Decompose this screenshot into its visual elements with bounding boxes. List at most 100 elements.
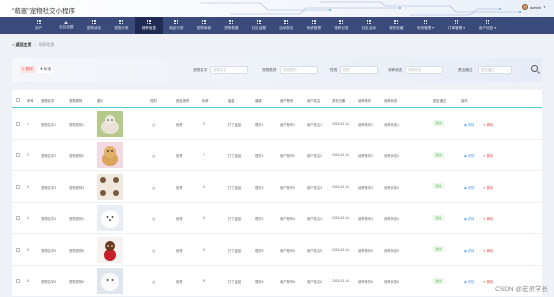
cell-publish-date: 2024-03-14 [332,121,349,126]
nav-item-6[interactable]: 宠物商城 [190,17,218,34]
nav-item-12[interactable]: 社区活动 [355,17,383,34]
breadcrumb: ⌂ 返回主页 / 领养信息 [12,40,542,49]
nav-item-0[interactable]: 用户 [25,17,53,34]
cell-publish-date: 2024-03-14 [332,153,349,157]
row-delete-button[interactable]: ✕ 删除 [483,248,493,253]
pet-thumbnail[interactable] [97,173,123,200]
cell-user-account: 用户账号6 [280,280,296,284]
nav-item-9[interactable]: 活动报名 [273,17,301,34]
detail-button[interactable]: ◉ 详情 [464,216,474,221]
cell-adopt-status: 领养状态2 [384,154,400,158]
nav-item-7[interactable]: 宠物救援 [218,17,246,34]
row-checkbox[interactable] [16,279,20,283]
detail-label: 详情 [467,248,475,253]
row-delete-button[interactable]: ✕ 删除 [483,185,493,190]
field-label-pet-category: 宠物类别 [262,68,277,72]
table-row: 6 宠物名字6 宠物类别6 公 绝育 8 打了疫苗 很好6 用户账号6 用户姓名6 2024-03-… [12,266,542,297]
cell-pet-category: 宠物类别2 [69,154,85,158]
cell-health: 很好1 [255,122,264,127]
header-user-account: 用户账号 [280,99,294,103]
grid-icon [174,20,179,25]
nav-item-16[interactable]: 用户信息 ▾ [472,17,503,34]
grid-icon [256,20,261,25]
delete-button[interactable]: ✕ 删除 [20,66,35,73]
header-vaccine: 疫苗 [228,99,235,103]
sex-input[interactable]: 性别 [340,65,378,74]
detail-button[interactable]: ◉ 详情 [464,279,474,284]
pet-thumbnail[interactable] [97,236,123,263]
cell-index: 4 [27,216,29,220]
nav-item-13[interactable]: 我的收藏 [383,17,411,34]
row-checkbox[interactable] [16,153,20,157]
cell-neuter: 绝育 [176,185,183,190]
row-delete-button[interactable]: ✕ 删除 [483,216,493,221]
nav-item-3[interactable]: 宠物分类 [108,17,136,34]
table-row: 4 宠物名字4 宠物类别4 公 绝育 6 打了疫苗 很好4 用户账号4 用户姓名4 2024-03-… [12,203,542,234]
nav-item-label: 宠物分类 [114,25,129,30]
cell-neuter: 绝育 [176,280,183,284]
nav-item-4[interactable]: 领养信息 [135,17,163,34]
row-delete-button[interactable]: ✕ 删除 [483,279,493,284]
cell-age: 5 [203,247,205,252]
pet-thumbnail[interactable] [97,142,123,168]
approved-input[interactable]: 是否通过 [478,65,512,74]
breadcrumb-home-link[interactable]: ⌂ 返回主页 [12,42,32,48]
pet-thumbnail[interactable] [97,110,123,137]
nav-item-label: 领养记录 [334,25,349,30]
nav-item-label: 用户信息 ▾ [478,25,497,30]
row-checkbox[interactable] [16,184,20,189]
row-delete-button[interactable]: ✕ 删除 [483,153,493,158]
user-menu[interactable]: admin ▼ [522,4,546,10]
table-row: 1 宠物名字1 宠物类别1 公 绝育 3 打了疫苗 很好1 用户账号1 用户姓名1 2024-03-… [12,108,542,140]
pet-category-input[interactable]: 宠物类别 [280,65,318,74]
house-icon [64,20,69,24]
nav-item-1[interactable]: 社区话题 [53,17,81,34]
nav-item-15[interactable]: 订单管理 ▾ [441,17,472,34]
detail-button[interactable]: ◉ 详情 [464,185,474,190]
cell-index: 3 [27,184,29,189]
cell-age: 7 [203,153,205,157]
status-badge: 通过 [433,120,444,126]
grid-icon [423,20,428,25]
cell-age: 8 [203,279,205,283]
cell-sex: 公 [152,154,156,158]
cell-neuter: 绝育 [176,248,183,253]
row-delete-button[interactable]: ✕ 删除 [483,122,493,127]
select-all-checkbox[interactable] [16,98,20,102]
add-button[interactable]: ✚ 新增 [38,66,53,73]
nav-item-10[interactable]: 系统管理 [300,17,328,34]
detail-button[interactable]: ◉ 详情 [464,248,474,253]
nav-item-2[interactable]: 宠物动态 [80,17,108,34]
table-row: 3 宠物名字3 宠物类别3 公 绝育 4 打了疫苗 很好3 用户账号3 用户姓名3 2024-03-… [12,171,542,203]
search-icon[interactable] [531,65,538,72]
nav-item-label: 系统管理 ▾ [416,25,435,30]
cell-adopt-status: 领养状态3 [384,185,400,190]
nav-item-14[interactable]: 系统管理 ▾ [410,17,441,34]
avatar [522,4,529,10]
row-checkbox[interactable] [16,121,20,126]
cell-pet-name: 宠物名字6 [41,280,57,284]
detail-button[interactable]: ◉ 详情 [464,153,474,158]
cell-adopt-condition: 领养条件3 [358,185,374,190]
cell-neuter: 绝育 [176,217,183,221]
row-checkbox[interactable] [16,216,20,220]
header-user-name: 用户姓名 [307,99,321,103]
pet-thumbnail[interactable] [97,268,123,294]
nav-item-label: 系统管理 [306,25,321,30]
header-actions: 操作 [461,99,468,103]
pet-name-input[interactable]: 宠物名字 [210,65,248,74]
adopt-status-input[interactable]: 领养状态 [405,65,443,74]
status-badge: 通过 [433,214,444,221]
cell-age: 3 [203,121,205,126]
pet-thumbnail[interactable] [97,205,123,231]
field-label-sex: 性别 [330,68,338,72]
row-checkbox[interactable] [16,247,20,252]
cell-neuter: 绝育 [176,122,183,127]
cell-pet-name: 宠物名字2 [41,154,57,158]
detail-button[interactable]: ◉ 详情 [464,122,474,127]
header-adopt-status: 领养状态 [384,99,398,103]
breadcrumb-current: 领养信息 [38,41,55,47]
nav-item-8[interactable]: 社区话题 [245,17,273,34]
nav-item-11[interactable]: 领养记录 [328,17,356,34]
nav-item-5[interactable]: 商品分类 [163,17,191,34]
